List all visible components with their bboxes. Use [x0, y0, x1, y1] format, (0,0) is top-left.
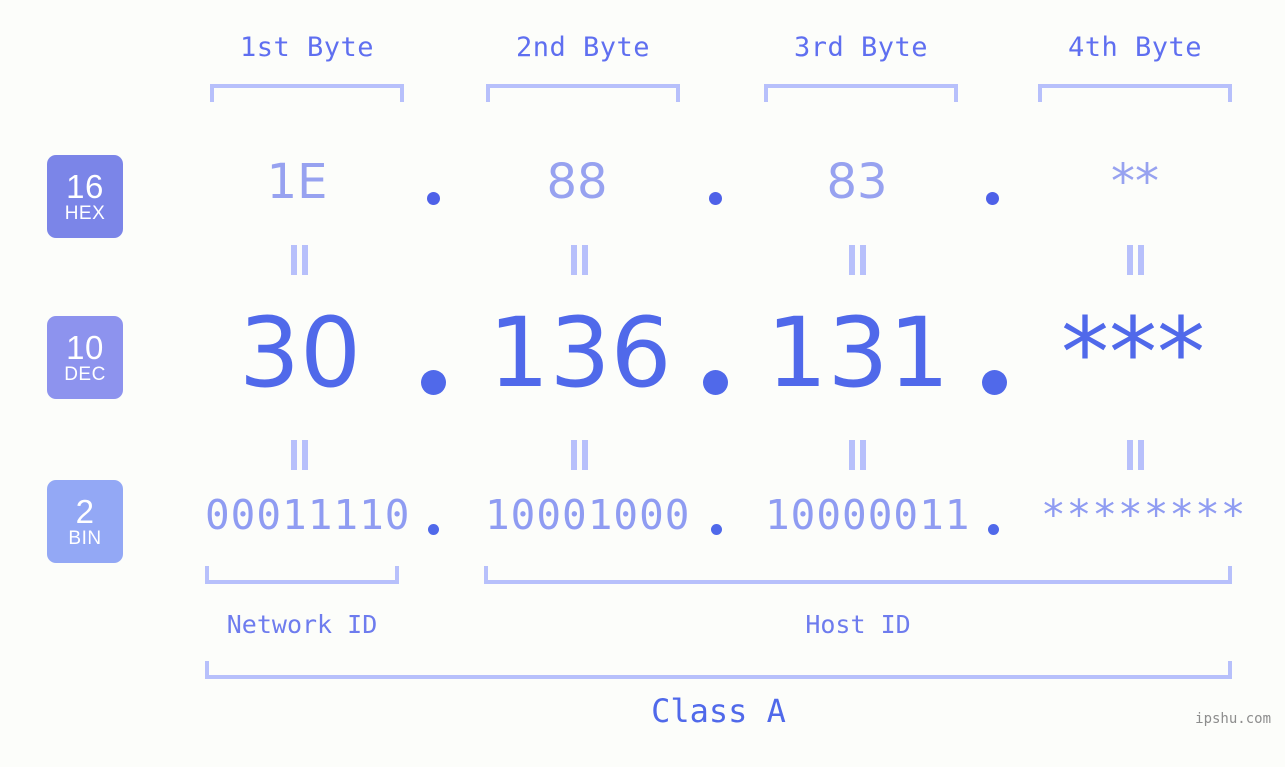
base-badge-hex-name: HEX [64, 202, 106, 224]
byte-bracket-3 [764, 84, 958, 102]
dec-separator-2 [703, 370, 728, 395]
byte-header-4: 4th Byte [1067, 32, 1203, 63]
byte-bracket-4 [1038, 84, 1232, 102]
equals-icon-dec-bin-3 [847, 440, 869, 470]
equals-icon-hex-dec-1 [289, 245, 311, 275]
base-badge-dec-name: DEC [64, 363, 106, 385]
bin-separator-3 [988, 524, 999, 535]
base-badge-dec-number: 10 [66, 328, 104, 366]
bin-separator-1 [428, 524, 439, 535]
dec-byte-4: *** [1061, 297, 1205, 409]
dec-byte-3: 131 [766, 297, 950, 409]
byte-header-3: 3rd Byte [793, 32, 929, 63]
host-id-bracket [484, 566, 1232, 584]
bin-separator-2 [711, 524, 722, 535]
base-badge-bin-number: 2 [75, 492, 95, 530]
byte-bracket-2 [486, 84, 680, 102]
ip-address-breakdown-diagram: 1st Byte 2nd Byte 3rd Byte 4th Byte 16 H… [0, 0, 1285, 767]
watermark: ipshu.com [1195, 711, 1271, 727]
hex-byte-2: 88 [546, 154, 608, 210]
equals-icon-hex-dec-3 [847, 245, 869, 275]
host-id-label: Host ID [805, 610, 911, 639]
equals-icon-hex-dec-4 [1125, 245, 1147, 275]
hex-byte-1: 1E [266, 154, 328, 210]
network-id-bracket [205, 566, 399, 584]
class-label: Class A [651, 692, 786, 730]
equals-icon-dec-bin-1 [289, 440, 311, 470]
base-badge-bin-name: BIN [68, 527, 102, 549]
equals-icon-dec-bin-2 [569, 440, 591, 470]
bin-byte-2: 10001000 [485, 491, 691, 539]
equals-icon-dec-bin-4 [1125, 440, 1147, 470]
dec-separator-1 [421, 370, 446, 395]
byte-header-1: 1st Byte [239, 32, 375, 63]
equals-icon-hex-dec-2 [569, 245, 591, 275]
bin-byte-3: 10000011 [765, 491, 971, 539]
hex-separator-1 [427, 192, 440, 205]
bin-byte-1: 00011110 [205, 491, 411, 539]
hex-separator-3 [986, 192, 999, 205]
hex-separator-2 [709, 192, 722, 205]
hex-byte-4: ** [1111, 154, 1159, 210]
dec-byte-1: 30 [238, 297, 362, 409]
base-badge-hex-number: 16 [66, 167, 104, 205]
base-badge-hex: 16 HEX [47, 155, 123, 238]
dec-separator-3 [982, 370, 1007, 395]
class-bracket [205, 661, 1232, 679]
byte-header-2: 2nd Byte [515, 32, 651, 63]
network-id-label: Network ID [226, 610, 378, 639]
hex-byte-3: 83 [826, 154, 888, 210]
bin-byte-4: ******** [1041, 491, 1247, 539]
base-badge-dec: 10 DEC [47, 316, 123, 399]
dec-byte-2: 136 [488, 297, 672, 409]
byte-bracket-1 [210, 84, 404, 102]
base-badge-bin: 2 BIN [47, 480, 123, 563]
